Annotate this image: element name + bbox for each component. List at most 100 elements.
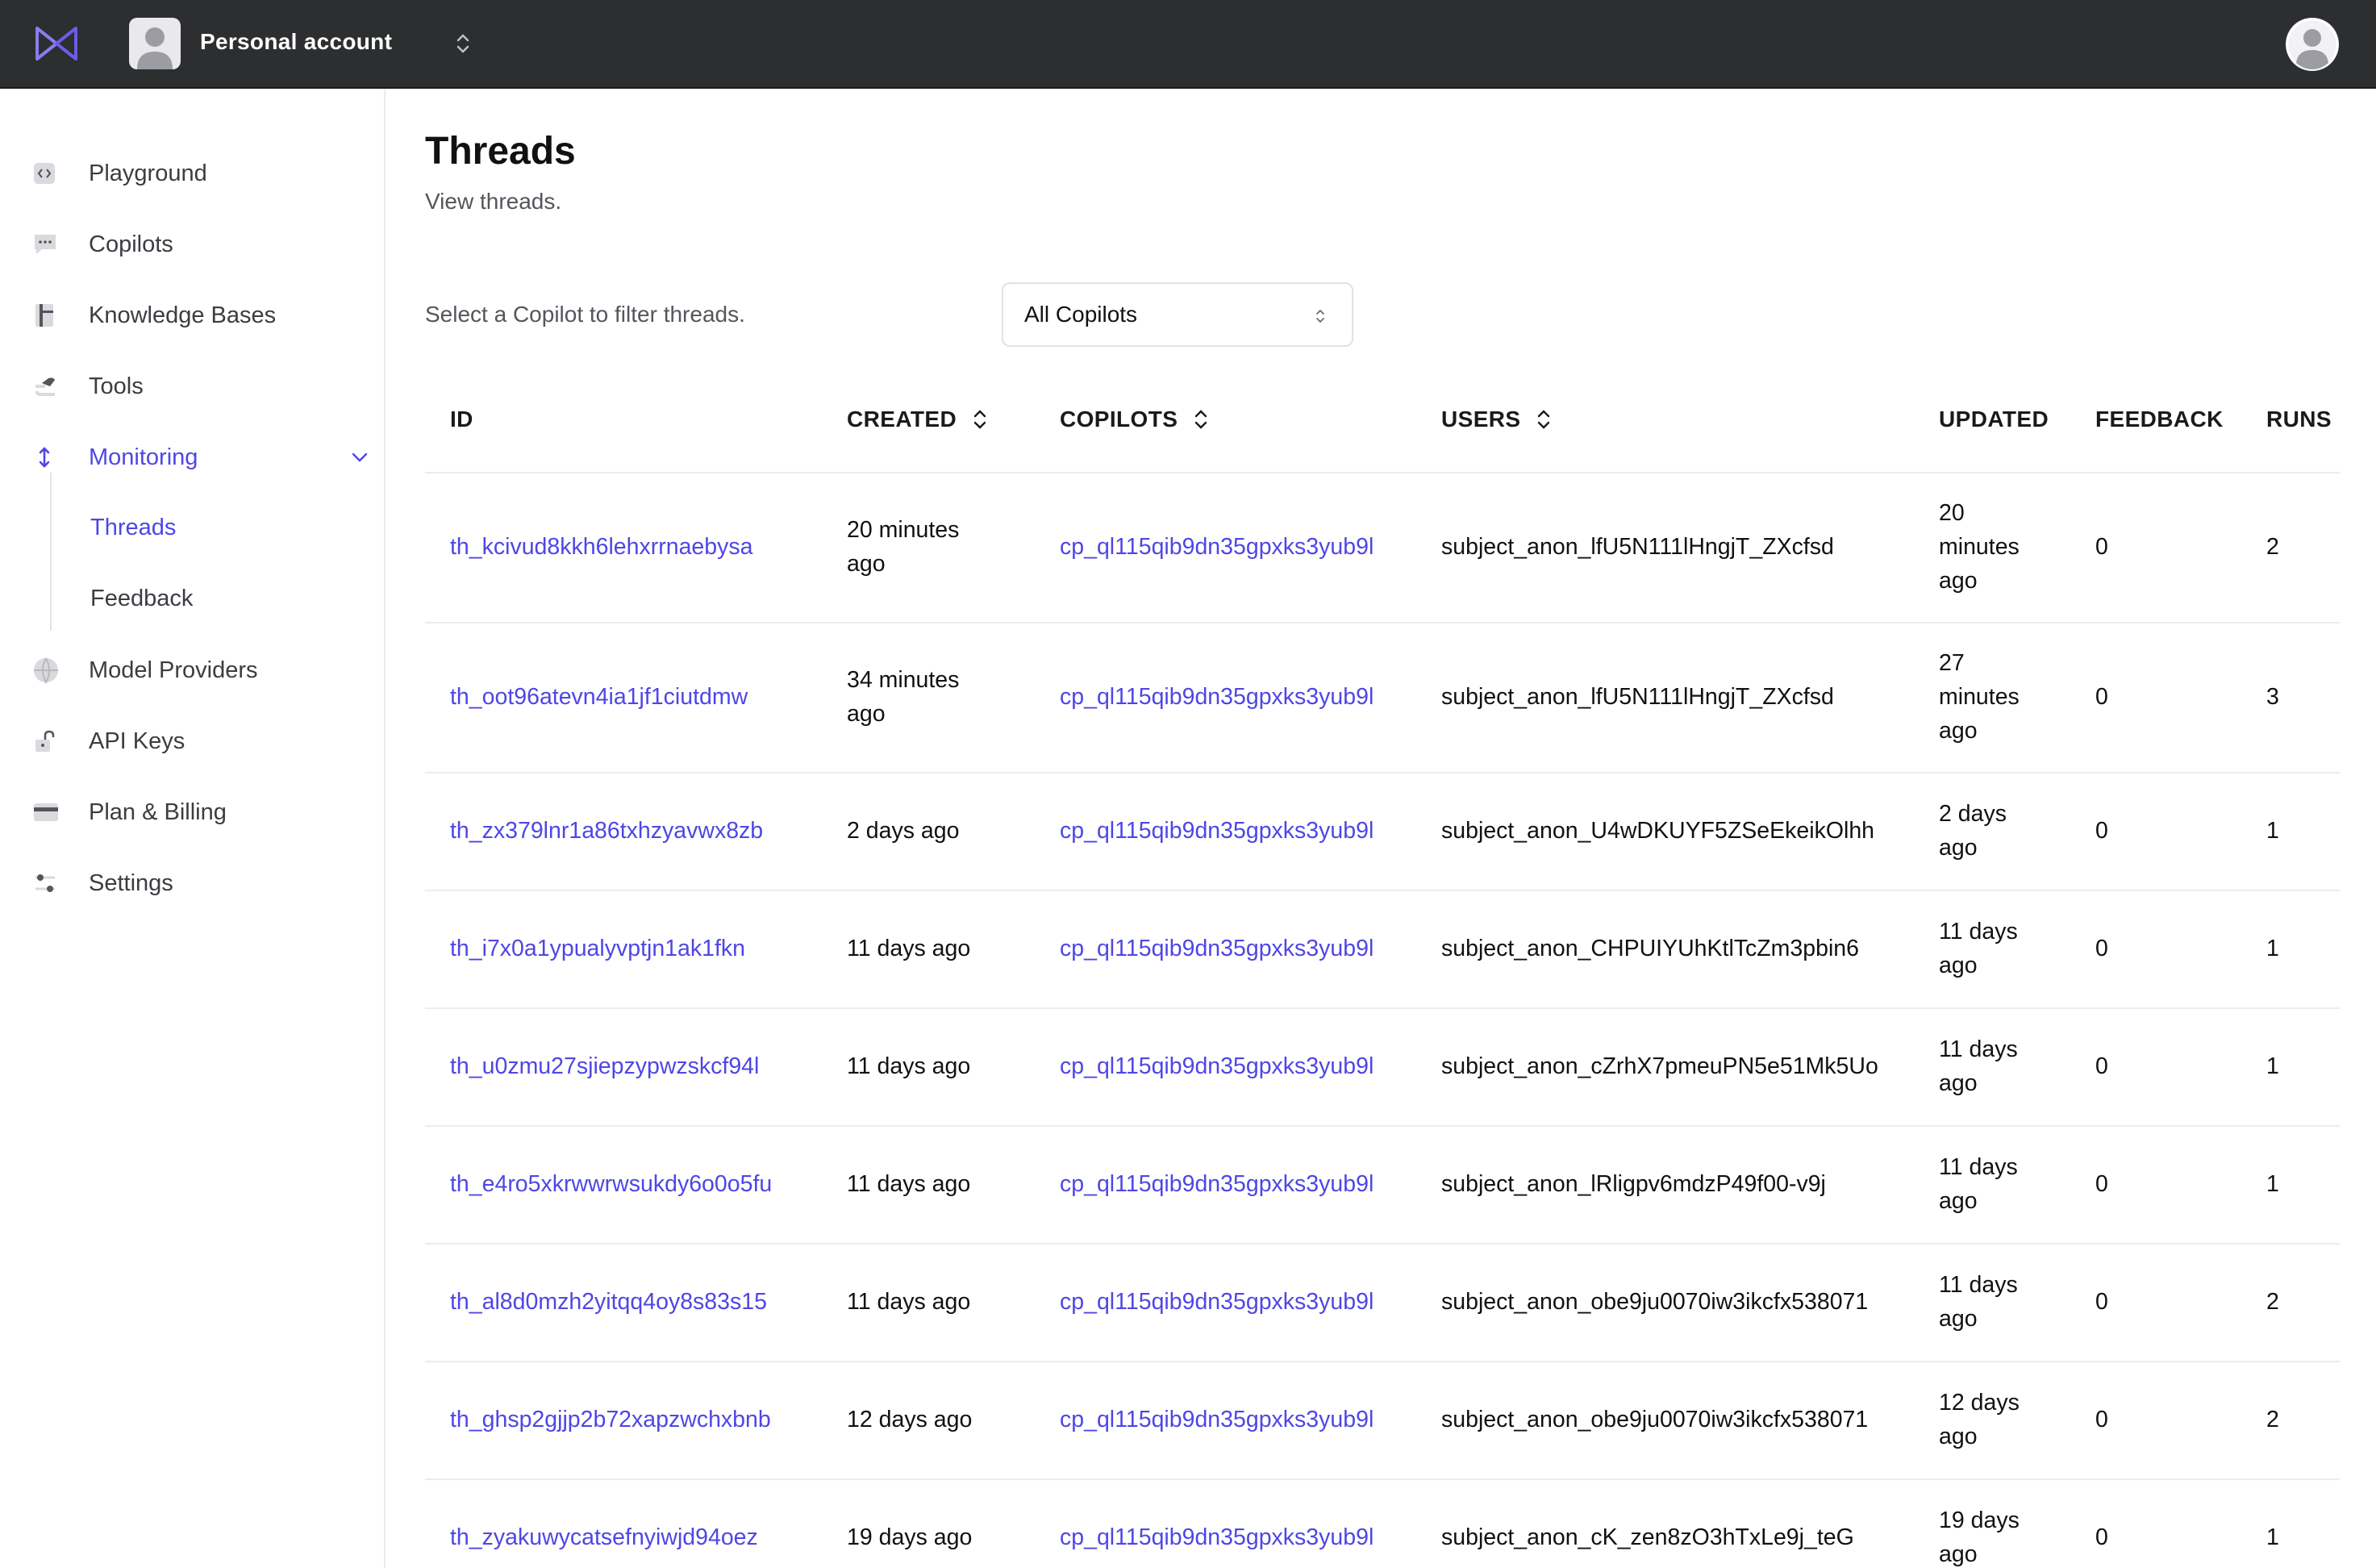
feedback-count: 0 xyxy=(2095,1524,2108,1550)
created-cell: 2 days ago xyxy=(847,814,959,848)
updated-text: ago xyxy=(1939,835,1978,861)
globe-icon xyxy=(32,657,74,684)
thread-id-link[interactable]: th_kcivud8kkh6lehxrrnaebysa xyxy=(450,530,752,564)
feedback-count: 0 xyxy=(2095,1053,2108,1079)
copilot-id-link[interactable]: cp_ql115qib9dn35gpxks3yub9l xyxy=(1060,530,1373,564)
sidebar-item-threads[interactable]: Threads xyxy=(90,504,356,551)
copilot-id[interactable]: cp_ql115qib9dn35gpxks3yub9l xyxy=(1060,818,1373,844)
sort-icon[interactable] xyxy=(1192,407,1210,432)
copilot-id-link[interactable]: cp_ql115qib9dn35gpxks3yub9l xyxy=(1060,1403,1373,1437)
page-subtitle: View threads. xyxy=(425,189,562,214)
feedback-count: 0 xyxy=(2095,936,2108,961)
copilot-id[interactable]: cp_ql115qib9dn35gpxks3yub9l xyxy=(1060,936,1373,961)
feedback-count: 0 xyxy=(2095,1407,2108,1432)
copilot-id[interactable]: cp_ql115qib9dn35gpxks3yub9l xyxy=(1060,1289,1373,1315)
column-header-created[interactable]: CREATED xyxy=(847,407,989,432)
thread-id[interactable]: th_al8d0mzh2yitqq4oy8s83s15 xyxy=(450,1289,767,1315)
sidebar-item-knowledge-bases[interactable]: Knowledge Bases xyxy=(32,291,355,340)
updated-cell: 19 days ago xyxy=(1939,1503,2020,1568)
chevron-down-icon[interactable] xyxy=(350,451,369,464)
runs-count: 2 xyxy=(2266,1289,2279,1315)
row-divider xyxy=(425,622,2340,623)
copilot-id-link[interactable]: cp_ql115qib9dn35gpxks3yub9l xyxy=(1060,680,1373,714)
column-header-updated: UPDATED xyxy=(1939,407,2049,432)
thread-id[interactable]: th_ghsp2gjjp2b72xapzwchxbnb xyxy=(450,1407,771,1432)
created-text: 19 days ago xyxy=(847,1524,973,1550)
sort-icon[interactable] xyxy=(971,407,989,432)
copilot-id[interactable]: cp_ql115qib9dn35gpxks3yub9l xyxy=(1060,1407,1373,1432)
sort-icon[interactable] xyxy=(1535,407,1553,432)
sidebar: Playground Copilots Knowledge Bases Tool… xyxy=(0,89,386,1568)
sidebar-item-playground[interactable]: Playground xyxy=(32,149,355,198)
copilot-filter-select[interactable]: All Copilots xyxy=(1002,282,1353,347)
thread-id-link[interactable]: th_u0zmu27sjiepzypwzskcf94l xyxy=(450,1049,759,1083)
runs-count: 1 xyxy=(2266,818,2279,844)
thread-id-link[interactable]: th_e4ro5xkrwwrwsukdy6o0o5fu xyxy=(450,1167,772,1201)
row-divider xyxy=(425,1361,2340,1362)
copilot-id-link[interactable]: cp_ql115qib9dn35gpxks3yub9l xyxy=(1060,1520,1373,1554)
thread-id-link[interactable]: th_al8d0mzh2yitqq4oy8s83s15 xyxy=(450,1285,767,1319)
person-icon xyxy=(137,27,173,69)
user-cell: subject_anon_lRligpv6mdzP49f00-v9j xyxy=(1441,1167,1826,1201)
user-cell: subject_anon_lfU5N111lHngjT_ZXcfsd xyxy=(1441,530,1834,564)
copilot-id[interactable]: cp_ql115qib9dn35gpxks3yub9l xyxy=(1060,1171,1373,1197)
sidebar-item-api-keys[interactable]: API Keys xyxy=(32,717,355,765)
feedback-count: 0 xyxy=(2095,684,2108,710)
thread-id[interactable]: th_oot96atevn4ia1jf1ciutdmw xyxy=(450,684,748,710)
copilot-id[interactable]: cp_ql115qib9dn35gpxks3yub9l xyxy=(1060,1524,1373,1550)
chevron-up-down-icon[interactable] xyxy=(452,29,474,58)
created-cell: 11 days ago xyxy=(847,1049,970,1083)
thread-id-link[interactable]: th_zyakuwycatsefnyiwjd94oez xyxy=(450,1520,758,1554)
sidebar-item-tools[interactable]: Tools xyxy=(32,362,355,411)
copilot-id-link[interactable]: cp_ql115qib9dn35gpxks3yub9l xyxy=(1060,1285,1373,1319)
copilot-id-link[interactable]: cp_ql115qib9dn35gpxks3yub9l xyxy=(1060,1049,1373,1083)
user-id: subject_anon_obe9ju0070iw3ikcfx538071 xyxy=(1441,1407,1869,1432)
created-cell: 11 days ago xyxy=(847,1285,970,1319)
thread-id[interactable]: th_i7x0a1ypualyvptjn1ak1fkn xyxy=(450,936,745,961)
thread-id-link[interactable]: th_ghsp2gjjp2b72xapzwchxbnb xyxy=(450,1403,771,1437)
created-cell: 20 minutes ago xyxy=(847,513,959,581)
copilot-id[interactable]: cp_ql115qib9dn35gpxks3yub9l xyxy=(1060,1053,1373,1079)
thread-id[interactable]: th_zyakuwycatsefnyiwjd94oez xyxy=(450,1524,758,1550)
thread-id-link[interactable]: th_i7x0a1ypualyvptjn1ak1fkn xyxy=(450,932,745,965)
updated-text: 11 days xyxy=(1939,1154,2018,1180)
row-divider xyxy=(425,890,2340,891)
updated-cell: 11 days ago xyxy=(1939,1268,2018,1336)
tools-icon xyxy=(32,373,74,400)
account-avatar[interactable] xyxy=(129,18,181,69)
thread-id[interactable]: th_u0zmu27sjiepzypwzskcf94l xyxy=(450,1053,759,1079)
updated-cell: 11 days ago xyxy=(1939,915,2018,982)
row-divider xyxy=(425,472,2340,473)
created-text: 11 days ago xyxy=(847,936,971,961)
thread-id[interactable]: th_kcivud8kkh6lehxrrnaebysa xyxy=(450,534,752,560)
column-header-users[interactable]: USERS xyxy=(1441,407,1553,432)
copilot-id[interactable]: cp_ql115qib9dn35gpxks3yub9l xyxy=(1060,684,1373,710)
created-cell: 12 days ago xyxy=(847,1403,972,1437)
user-cell: subject_anon_CHPUIYUhKtlTcZm3pbin6 xyxy=(1441,932,1859,965)
user-avatar[interactable] xyxy=(2286,18,2339,71)
sidebar-item-settings[interactable]: Settings xyxy=(32,859,355,907)
thread-id-link[interactable]: th_oot96atevn4ia1jf1ciutdmw xyxy=(450,680,748,714)
copilot-id-link[interactable]: cp_ql115qib9dn35gpxks3yub9l xyxy=(1060,814,1373,848)
column-header-copilots[interactable]: COPILOTS xyxy=(1060,407,1210,432)
copilot-id-link[interactable]: cp_ql115qib9dn35gpxks3yub9l xyxy=(1060,1167,1373,1201)
thread-id[interactable]: th_e4ro5xkrwwrwsukdy6o0o5fu xyxy=(450,1171,772,1197)
runs-count: 1 xyxy=(2266,936,2279,961)
runs-count: 1 xyxy=(2266,1171,2279,1197)
thread-id[interactable]: th_zx379lnr1a86txhzyavwx8zb xyxy=(450,818,763,844)
sidebar-item-monitoring[interactable]: Monitoring xyxy=(32,433,368,482)
copilot-id-link[interactable]: cp_ql115qib9dn35gpxks3yub9l xyxy=(1060,932,1373,965)
sidebar-item-model-providers[interactable]: Model Providers xyxy=(32,646,355,694)
updated-text: ago xyxy=(1939,1424,1978,1449)
account-name[interactable]: Personal account xyxy=(200,29,392,55)
updated-text: ago xyxy=(1939,568,1978,594)
sidebar-item-plan-billing[interactable]: Plan & Billing xyxy=(32,788,355,836)
thread-id-link[interactable]: th_zx379lnr1a86txhzyavwx8zb xyxy=(450,814,763,848)
sidebar-item-copilots[interactable]: Copilots xyxy=(32,220,355,269)
created-cell: 19 days ago xyxy=(847,1520,972,1554)
app-logo-icon[interactable] xyxy=(32,23,81,64)
created-text: 11 days ago xyxy=(847,1053,971,1079)
user-id: subject_anon_U4wDKUYF5ZSeEkeikOlhh xyxy=(1441,818,1875,844)
sidebar-item-feedback[interactable]: Feedback xyxy=(90,575,356,622)
copilot-id[interactable]: cp_ql115qib9dn35gpxks3yub9l xyxy=(1060,534,1373,560)
